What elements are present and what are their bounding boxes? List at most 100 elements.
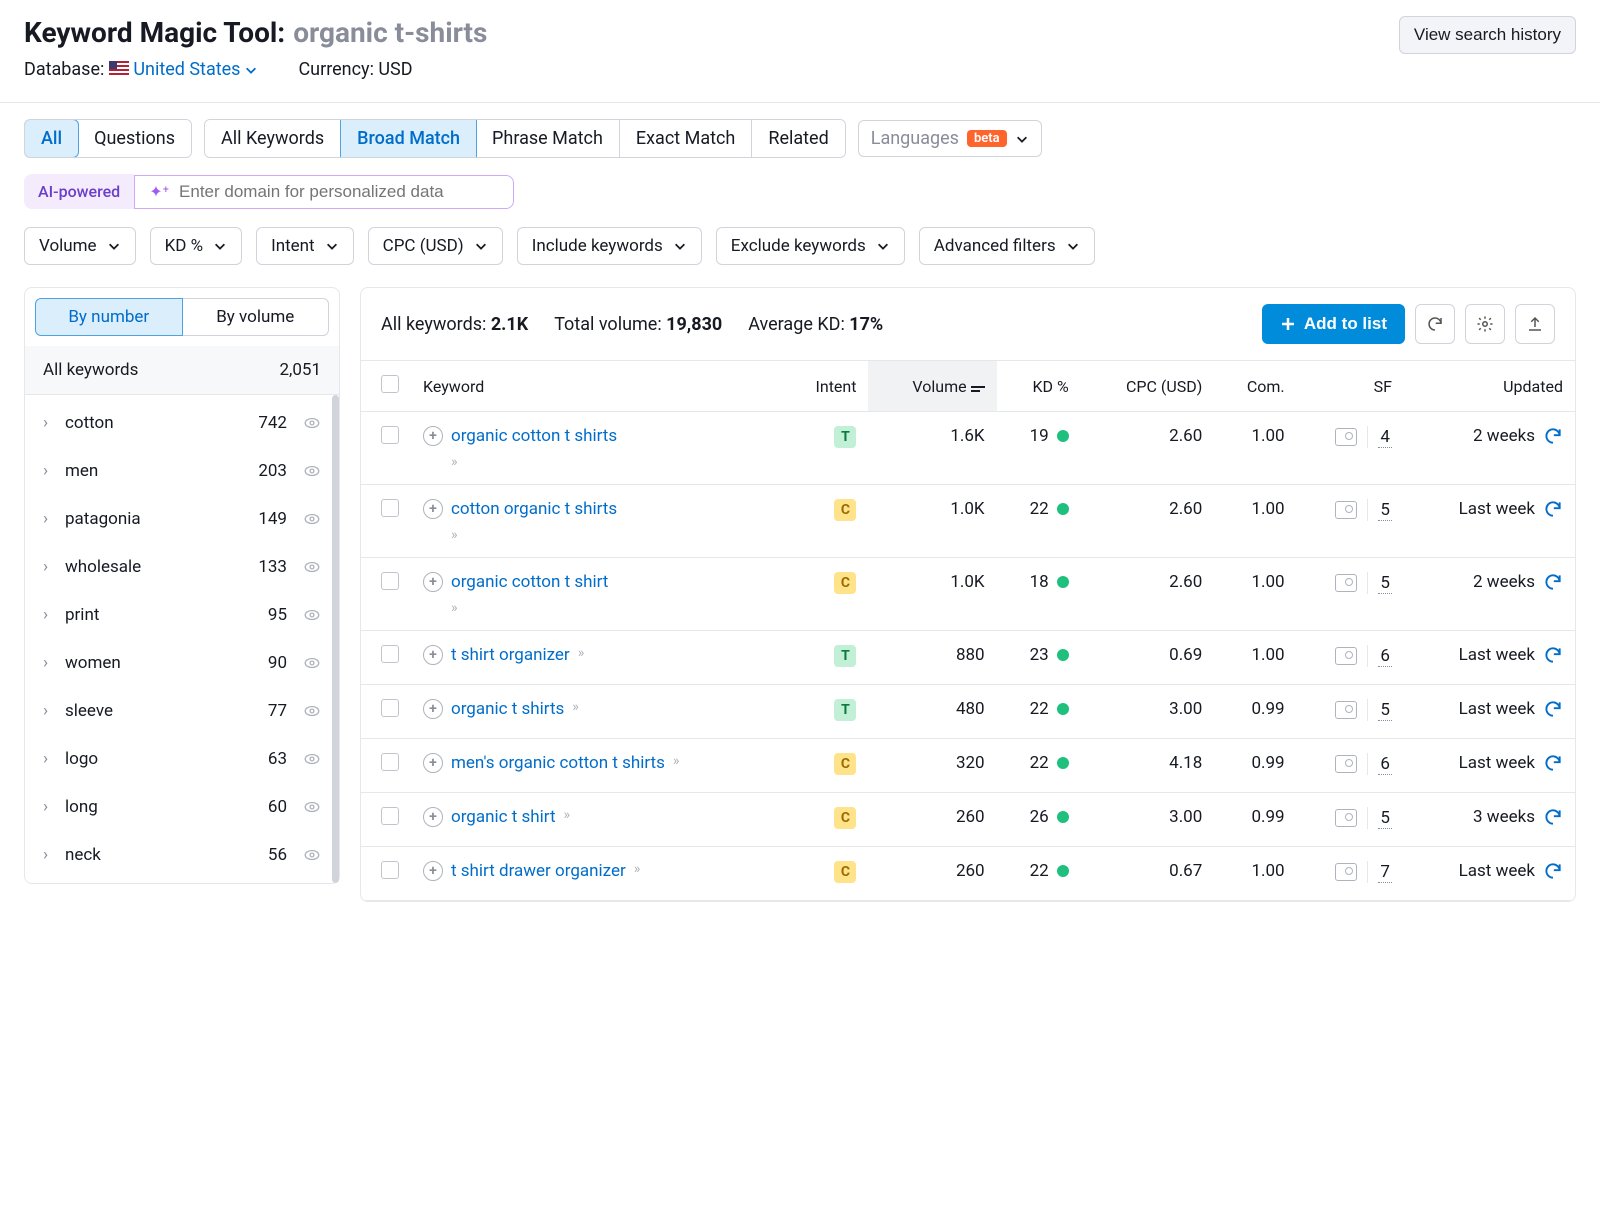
refresh-icon[interactable]	[1543, 572, 1563, 592]
settings-button[interactable]	[1465, 304, 1505, 344]
expand-icon[interactable]: »	[572, 699, 577, 715]
refresh-icon[interactable]	[1543, 699, 1563, 719]
keyword-link[interactable]: t shirt organizer	[451, 645, 570, 665]
serp-icon[interactable]	[1335, 863, 1357, 881]
row-checkbox[interactable]	[381, 572, 399, 590]
serp-icon[interactable]	[1335, 755, 1357, 773]
tab-all-keywords[interactable]: All Keywords	[205, 120, 341, 157]
sf-value[interactable]: 5	[1378, 700, 1392, 721]
sf-value[interactable]: 5	[1378, 573, 1392, 594]
serp-icon[interactable]	[1335, 701, 1357, 719]
add-keyword-icon[interactable]: +	[423, 572, 443, 592]
refresh-icon[interactable]	[1543, 807, 1563, 827]
keyword-link[interactable]: t shirt drawer organizer	[451, 861, 626, 881]
refresh-icon[interactable]	[1543, 426, 1563, 446]
tab-broad-match[interactable]: Broad Match	[340, 119, 477, 158]
tab-phrase-match[interactable]: Phrase Match	[476, 120, 620, 157]
serp-icon[interactable]	[1335, 501, 1357, 519]
add-to-list-button[interactable]: Add to list	[1262, 304, 1405, 344]
sidebar-tab-by-number[interactable]: By number	[35, 298, 183, 336]
add-keyword-icon[interactable]: +	[423, 861, 443, 881]
add-keyword-icon[interactable]: +	[423, 753, 443, 773]
sidebar-tab-by-volume[interactable]: By volume	[183, 298, 330, 336]
add-keyword-icon[interactable]: +	[423, 807, 443, 827]
row-checkbox[interactable]	[381, 807, 399, 825]
filter-advanced-filters[interactable]: Advanced filters	[919, 227, 1095, 265]
keyword-link[interactable]: organic cotton t shirts	[451, 426, 617, 446]
tab-all[interactable]: All	[24, 119, 79, 158]
sf-value[interactable]: 6	[1378, 754, 1392, 775]
tab-questions[interactable]: Questions	[78, 120, 191, 157]
keyword-link[interactable]: cotton organic t shirts	[451, 499, 617, 519]
filter-cpc-usd-[interactable]: CPC (USD)	[368, 227, 503, 265]
sidebar-item-patagonia[interactable]: ›patagonia149	[25, 495, 339, 543]
view-history-button[interactable]: View search history	[1399, 16, 1576, 54]
filter-volume[interactable]: Volume	[24, 227, 136, 265]
tab-related[interactable]: Related	[752, 120, 844, 157]
languages-dropdown[interactable]: Languages beta	[858, 120, 1042, 157]
refresh-icon[interactable]	[1543, 499, 1563, 519]
col-kd[interactable]: KD %	[997, 361, 1081, 412]
row-checkbox[interactable]	[381, 645, 399, 663]
col-volume[interactable]: Volume	[868, 361, 996, 412]
sidebar-item-wholesale[interactable]: ›wholesale133	[25, 543, 339, 591]
sidebar-item-print[interactable]: ›print95	[25, 591, 339, 639]
sf-value[interactable]: 5	[1378, 500, 1392, 521]
sf-value[interactable]: 7	[1378, 862, 1392, 883]
sf-value[interactable]: 6	[1378, 646, 1392, 667]
expand-icon[interactable]: »	[634, 861, 639, 877]
filter-exclude-keywords[interactable]: Exclude keywords	[716, 227, 905, 265]
sidebar-item-sleeve[interactable]: ›sleeve77	[25, 687, 339, 735]
serp-icon[interactable]	[1335, 574, 1357, 592]
col-com[interactable]: Com.	[1214, 361, 1296, 412]
filter-kd-[interactable]: KD %	[150, 227, 243, 265]
row-checkbox[interactable]	[381, 499, 399, 517]
expand-icon[interactable]: »	[578, 645, 583, 661]
sidebar-item-men[interactable]: ›men203	[25, 447, 339, 495]
sf-value[interactable]: 4	[1378, 427, 1392, 448]
expand-icon[interactable]: »	[423, 600, 683, 616]
sf-value[interactable]: 5	[1378, 808, 1392, 829]
tab-exact-match[interactable]: Exact Match	[620, 120, 752, 157]
add-keyword-icon[interactable]: +	[423, 645, 443, 665]
sidebar-item-women[interactable]: ›women90	[25, 639, 339, 687]
serp-icon[interactable]	[1335, 647, 1357, 665]
col-intent[interactable]: Intent	[782, 361, 869, 412]
refresh-icon[interactable]	[1543, 645, 1563, 665]
filter-intent[interactable]: Intent	[256, 227, 354, 265]
sidebar-item-logo[interactable]: ›logo63	[25, 735, 339, 783]
col-sf[interactable]: SF	[1297, 361, 1404, 412]
keyword-link[interactable]: organic t shirts	[451, 699, 564, 719]
refresh-icon[interactable]	[1543, 753, 1563, 773]
add-keyword-icon[interactable]: +	[423, 426, 443, 446]
expand-icon[interactable]: »	[673, 753, 678, 769]
expand-icon[interactable]: »	[423, 527, 683, 543]
refresh-icon[interactable]	[1543, 861, 1563, 881]
sidebar-item-neck[interactable]: ›neck56	[25, 831, 339, 879]
filter-include-keywords[interactable]: Include keywords	[517, 227, 702, 265]
keyword-link[interactable]: organic cotton t shirt	[451, 572, 608, 592]
row-checkbox[interactable]	[381, 699, 399, 717]
all-keywords-row[interactable]: All keywords 2,051	[25, 346, 339, 395]
expand-icon[interactable]: »	[423, 454, 683, 470]
keyword-link[interactable]: organic t shirt	[451, 807, 556, 827]
add-keyword-icon[interactable]: +	[423, 499, 443, 519]
database-selector[interactable]: Database: United States	[24, 59, 258, 80]
expand-icon[interactable]: »	[564, 807, 569, 823]
row-checkbox[interactable]	[381, 861, 399, 879]
sidebar-item-cotton[interactable]: ›cotton742	[25, 399, 339, 447]
col-cpc[interactable]: CPC (USD)	[1081, 361, 1215, 412]
col-keyword[interactable]: Keyword	[411, 361, 782, 412]
domain-input[interactable]	[179, 182, 499, 202]
serp-icon[interactable]	[1335, 809, 1357, 827]
sidebar-item-long[interactable]: ›long60	[25, 783, 339, 831]
row-checkbox[interactable]	[381, 753, 399, 771]
refresh-button[interactable]	[1415, 304, 1455, 344]
row-checkbox[interactable]	[381, 426, 399, 444]
select-all-checkbox[interactable]	[381, 375, 399, 393]
serp-icon[interactable]	[1335, 428, 1357, 446]
export-button[interactable]	[1515, 304, 1555, 344]
col-updated[interactable]: Updated	[1404, 361, 1575, 412]
keyword-link[interactable]: men's organic cotton t shirts	[451, 753, 665, 773]
add-keyword-icon[interactable]: +	[423, 699, 443, 719]
